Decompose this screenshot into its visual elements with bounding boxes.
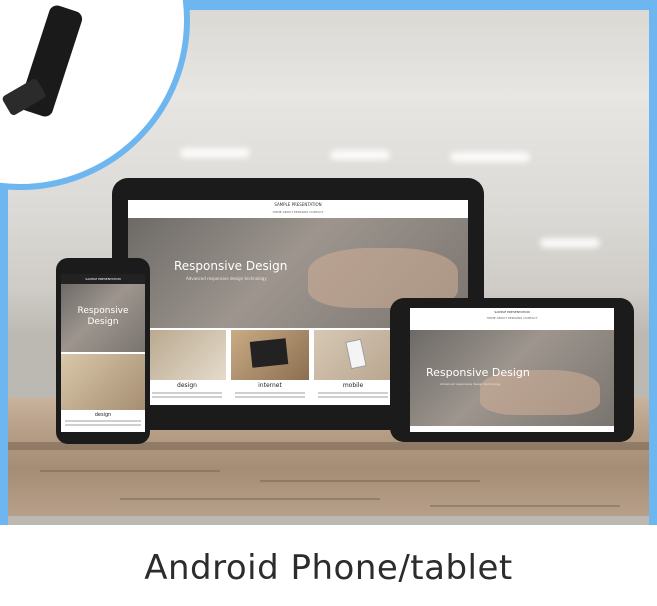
product-image: SAMPLE PRESENTATION HOME ABOUT PERSONS C…: [0, 0, 657, 606]
caption-text: Android Phone/tablet: [144, 548, 513, 588]
